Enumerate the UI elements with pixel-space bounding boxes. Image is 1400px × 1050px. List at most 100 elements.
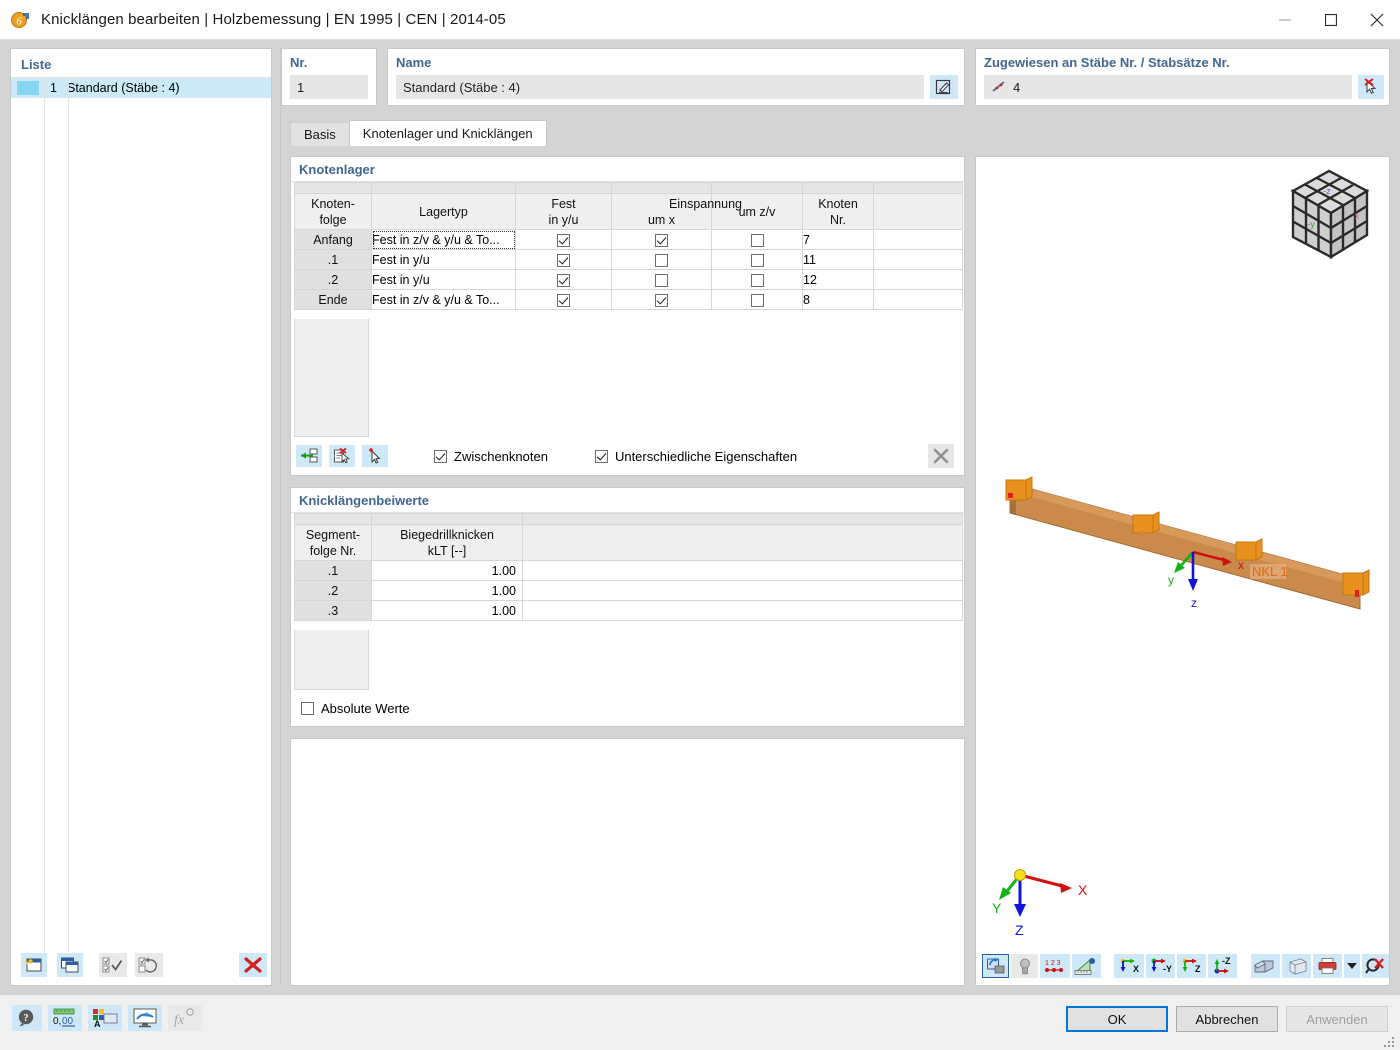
resize-grip[interactable]: [1384, 1035, 1396, 1047]
axis-label-y: Y: [992, 900, 1002, 916]
um-x-checkbox[interactable]: [655, 273, 668, 287]
clear-table-button[interactable]: [928, 444, 954, 468]
table-row[interactable]: Anfang Fest in z/v & y/u & To... 7: [294, 229, 963, 250]
numbering-button[interactable]: 1 2 3: [1040, 954, 1070, 978]
zoom-reset-button[interactable]: [1361, 954, 1390, 978]
zwischenknoten-label: Zwischenknoten: [454, 448, 548, 464]
invert-selection-button[interactable]: [135, 953, 163, 977]
um-zv-checkbox[interactable]: [750, 253, 764, 267]
cell-klt[interactable]: 1.00: [371, 560, 523, 581]
um-x-checkbox[interactable]: [655, 233, 668, 247]
select-all-button[interactable]: [99, 953, 127, 977]
cancel-button[interactable]: Abbrechen: [1176, 1006, 1278, 1032]
measure-button[interactable]: [1071, 954, 1101, 978]
render-mode-button[interactable]: [982, 954, 1010, 978]
nr-field[interactable]: 1: [290, 75, 368, 99]
view-z-button[interactable]: Z: [1176, 954, 1206, 978]
cell-lagertyp[interactable]: Fest in z/v & y/u & To...: [371, 229, 516, 250]
knicklaengenbeiwerte-table[interactable]: Segment- folge Nr. Biegedrillknicken kLT…: [294, 513, 963, 621]
cell-um-zv[interactable]: [711, 289, 803, 310]
maximize-button[interactable]: [1308, 0, 1354, 40]
assigned-field[interactable]: 4: [984, 75, 1352, 99]
cell-um-x[interactable]: [611, 289, 712, 310]
table-row[interactable]: .1 Fest in y/u 11: [294, 249, 963, 270]
cell-extra: [873, 229, 963, 250]
table-row[interactable]: .1 1.00: [294, 560, 963, 581]
liste-grid[interactable]: 1 Standard (Stäbe : 4): [11, 78, 271, 958]
fest-yu-checkbox[interactable]: [557, 273, 570, 287]
print-dropdown-button[interactable]: [1344, 954, 1360, 978]
cell-klt[interactable]: 1.00: [371, 600, 523, 621]
um-zv-checkbox[interactable]: [750, 233, 764, 247]
cell-fest-yu[interactable]: [515, 269, 612, 290]
knicklaengenbeiwerte-title: Knicklängenbeiwerte: [299, 493, 430, 508]
cell-um-x[interactable]: [611, 249, 712, 270]
section-view-button[interactable]: [1250, 954, 1280, 978]
list-item[interactable]: 1 Standard (Stäbe : 4): [11, 78, 271, 98]
delete-item-button[interactable]: [239, 953, 267, 977]
table-row[interactable]: .2 1.00: [294, 580, 963, 601]
help-button[interactable]: ?: [12, 1005, 42, 1031]
knotenlager-table[interactable]: Knoten- folge Lagertyp Fest in y/u Einsp…: [294, 182, 963, 310]
new-item-button[interactable]: [21, 953, 47, 977]
lighting-button[interactable]: [1011, 954, 1039, 978]
display-properties-button[interactable]: A: [88, 1005, 122, 1031]
units-button[interactable]: 0, 00: [48, 1005, 82, 1031]
edit-support-button[interactable]: [329, 445, 355, 467]
cell-fest-yu[interactable]: [515, 229, 612, 250]
absolute-werte-row[interactable]: Absolute Werte: [301, 701, 410, 716]
table-row[interactable]: Ende Fest in z/v & y/u & To... 8: [294, 289, 963, 310]
ok-button[interactable]: OK: [1066, 1006, 1168, 1032]
cell-klt[interactable]: 1.00: [371, 580, 523, 601]
table-row[interactable]: .2 Fest in y/u 12: [294, 269, 963, 290]
cell-um-x[interactable]: [611, 229, 712, 250]
wireframe-button[interactable]: [1281, 954, 1312, 978]
um-x-checkbox[interactable]: [655, 253, 668, 267]
fest-yu-checkbox[interactable]: [557, 233, 570, 247]
zwischenknoten-checkbox[interactable]: [434, 449, 447, 463]
cell-um-zv[interactable]: [711, 269, 803, 290]
edit-name-button[interactable]: [930, 75, 958, 99]
cell-um-zv[interactable]: [711, 249, 803, 270]
view-negz-button[interactable]: -Z: [1207, 954, 1238, 978]
model-label: NKL 1: [1252, 564, 1288, 579]
viewport-toolbar: 1 2 3 X -Y Z -Z: [976, 947, 1390, 985]
cell-lagertyp[interactable]: Fest in z/v & y/u & To...: [371, 289, 516, 310]
cell-fest-yu[interactable]: [515, 249, 612, 270]
um-x-checkbox[interactable]: [655, 293, 668, 307]
tab-basis[interactable]: Basis: [290, 122, 350, 146]
pick-node-button[interactable]: [362, 445, 388, 467]
navigation-cube-icon[interactable]: -z -y x: [1271, 161, 1381, 271]
pick-members-button[interactable]: [1358, 75, 1384, 99]
um-zv-checkbox[interactable]: [750, 273, 764, 287]
cell-fest-yu[interactable]: [515, 289, 612, 310]
tab-knotenlager-und-knicklaengen[interactable]: Knotenlager und Knicklängen: [348, 120, 547, 146]
print-button[interactable]: [1313, 954, 1343, 978]
fest-yu-checkbox[interactable]: [557, 253, 570, 267]
minimize-button[interactable]: [1262, 0, 1308, 40]
zwischenknoten-row[interactable]: Zwischenknoten: [434, 449, 548, 464]
view-negy-button[interactable]: -Y: [1145, 954, 1175, 978]
tab-bar: Basis Knotenlager und Knicklängen: [290, 120, 965, 146]
svg-text:-Y: -Y: [1163, 964, 1172, 974]
name-field[interactable]: Standard (Stäbe : 4): [396, 75, 924, 99]
details-panel: [290, 738, 965, 986]
insert-node-button[interactable]: [296, 445, 322, 467]
close-button[interactable]: [1354, 0, 1400, 40]
table-row[interactable]: .3 1.00: [294, 600, 963, 621]
view-x-button[interactable]: X: [1114, 954, 1144, 978]
absolute-werte-checkbox[interactable]: [301, 702, 314, 715]
copy-item-button[interactable]: [57, 953, 83, 977]
fest-yu-checkbox[interactable]: [557, 293, 570, 307]
model-viewport[interactable]: -z -y x x y z NKL 1 X Y Z 1 2 3 X -Y Z -…: [975, 156, 1390, 986]
cell-lagertyp[interactable]: Fest in y/u: [371, 249, 516, 270]
visual-settings-button[interactable]: [128, 1005, 162, 1031]
global-axis-indicator: X Y Z: [988, 857, 1118, 947]
um-zv-checkbox[interactable]: [750, 293, 764, 307]
table-header-row: Segment- folge Nr. Biegedrillknicken kLT…: [294, 524, 963, 561]
cell-lagertyp[interactable]: Fest in y/u: [371, 269, 516, 290]
unterschiedliche-eigenschaften-checkbox[interactable]: [594, 449, 608, 463]
cell-um-x[interactable]: [611, 269, 712, 290]
unterschiedliche-eigenschaften-row[interactable]: Unterschiedliche Eigenschaften: [594, 449, 797, 464]
cell-um-zv[interactable]: [711, 229, 803, 250]
